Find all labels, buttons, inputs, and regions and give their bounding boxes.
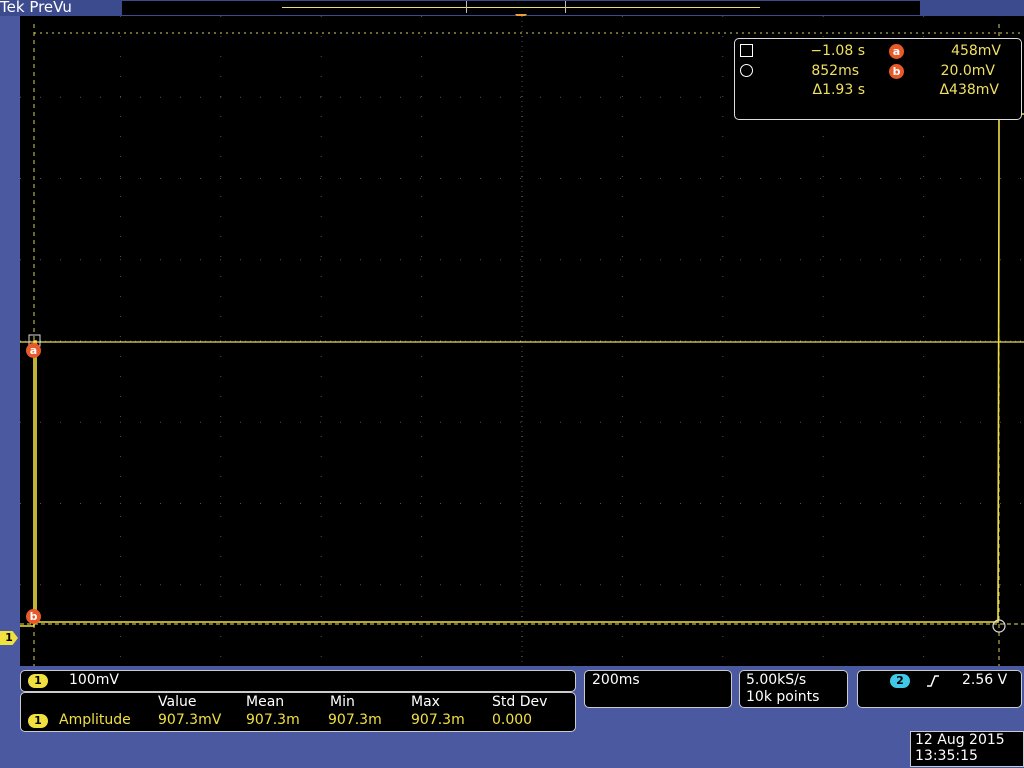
channel1-ground-marker-icon[interactable]: 1 [0,631,18,645]
rising-edge-icon [927,675,939,687]
channel1-scale-panel[interactable]: 1 100mV [20,670,576,692]
cursor-b-readout-badge: b [889,64,904,79]
timebase-scale: 200ms [592,672,640,688]
sample-rate: 5.00kS/s [746,672,807,688]
brand-tek: Tek [0,0,25,16]
trigger-panel[interactable]: 2 2.56 V [857,670,1022,708]
cursor-a-readout-badge: a [889,44,904,59]
meas-stddev: 0.000 [492,712,533,728]
record-window-bracket[interactable] [466,1,566,13]
timebase-panel[interactable]: 200ms [584,670,732,708]
delta-value: Δ438mV [939,82,999,98]
meas-max: 907.3m [411,712,465,728]
delta-time: Δ1.93 s [812,82,866,98]
date: 12 Aug 2015 [915,732,1005,748]
circle-cursor-icon [740,64,753,77]
cursor-b-value: 20.0mV [940,63,995,79]
record-length: 10k points [746,689,820,705]
trigger-source-chip: 2 [890,674,910,688]
measurement-name: Amplitude [59,712,131,728]
record-view-bar[interactable] [122,1,920,15]
channel1-scale: 100mV [69,672,119,688]
square-cursor-icon [740,44,753,57]
meas-mean: 907.3m [246,712,300,728]
cursor-b-badge: b [26,609,41,624]
status-bar: Tek PreVu [0,0,1024,22]
cursor2-time: 852ms [811,63,859,79]
meas-header-min: Min [330,694,355,710]
time: 13:35:15 [915,748,978,764]
meas-header-stddev: Std Dev [492,694,548,710]
channel1-waveform [20,113,1024,627]
measurement-panel[interactable]: Value Mean Min Max Std Dev 1 Amplitude 9… [20,692,576,732]
date-time-display: 12 Aug 2015 13:35:15 [910,731,1024,767]
cursor1-time: −1.08 s [810,43,865,59]
acquisition-panel[interactable]: 5.00kS/s 10k points [739,670,848,708]
cursor-a-value: 458mV [951,43,1001,59]
meas-value: 907.3mV [158,712,222,728]
trigger-level: 2.56 V [962,672,1008,688]
meas-header-value: Value [158,694,197,710]
brand-label: Tek PreVu [0,0,72,16]
acquisition-mode: PreVu [29,0,72,16]
channel1-chip: 1 [28,674,48,688]
meas-header-max: Max [411,694,440,710]
meas-min: 907.3m [328,712,382,728]
cursor-a-badge: a [26,343,41,358]
measurement-channel-chip: 1 [28,714,48,728]
meas-header-mean: Mean [246,694,285,710]
cursor-readout-panel[interactable]: −1.08 s 852ms Δ1.93 s a b 458mV 20.0mV Δ… [734,38,1022,120]
